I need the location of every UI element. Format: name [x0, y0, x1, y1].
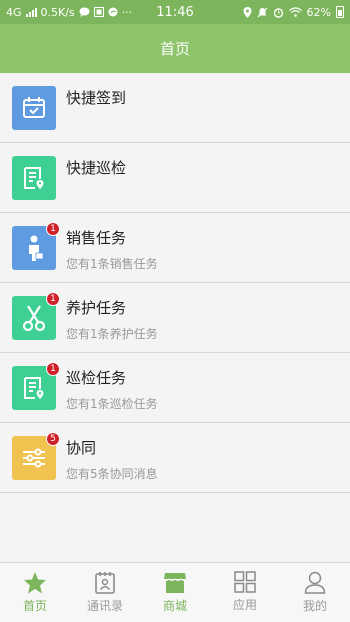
network-speed: 0.5K/s: [40, 5, 75, 19]
home-list: 快捷签到 快捷巡检 1 销售任务 您有1条销售任务 1 养护任务 您有1条养护任…: [0, 73, 350, 493]
alarm-icon: [273, 7, 283, 18]
list-item-collaboration[interactable]: 5 协同 您有5条协同消息: [0, 423, 350, 493]
list-item-subtitle: 您有1条销售任务: [66, 257, 158, 271]
header-bar: 首页: [0, 24, 350, 73]
list-item-title: 销售任务: [66, 229, 127, 247]
list-item-maintenance-task[interactable]: 1 养护任务 您有1条养护任务: [0, 283, 350, 353]
moon-app-icon: [108, 7, 118, 17]
badge-count: 1: [46, 222, 60, 236]
tab-label: 通讯录: [86, 599, 123, 613]
list-item-title: 巡检任务: [66, 369, 127, 387]
list-item-subtitle: 您有1条养护任务: [66, 327, 158, 341]
tab-label: 我的: [302, 599, 327, 613]
person-icon: [304, 571, 326, 594]
list-item-sales-task[interactable]: 1 销售任务 您有1条销售任务: [0, 213, 350, 283]
bell-off-icon: [257, 7, 267, 17]
list-item-subtitle: 您有5条协同消息: [66, 467, 158, 481]
scissors-icon: 1: [12, 292, 60, 340]
tab-home[interactable]: 首页: [0, 563, 70, 622]
list-item-quick-inspection[interactable]: 快捷巡检: [0, 143, 350, 213]
bottom-tab-bar: 首页 通讯录 商城 应用 我的: [0, 562, 350, 622]
signal-icon: [25, 7, 37, 17]
tab-profile[interactable]: 我的: [280, 563, 350, 622]
tab-apps[interactable]: 应用: [210, 563, 280, 622]
sliders-icon: 5: [12, 432, 60, 480]
tab-label: 应用: [232, 598, 257, 612]
tab-mall[interactable]: 商城: [140, 563, 210, 622]
address-book-icon: [95, 572, 115, 594]
wifi-icon: [288, 7, 302, 17]
grid-icon: [234, 571, 256, 593]
page-title: 首页: [159, 40, 190, 58]
battery-percent: 62%: [306, 5, 331, 19]
chat-icon: [79, 7, 90, 17]
shop-icon: [163, 573, 187, 593]
badge-count: 5: [46, 432, 60, 446]
notification-app-icon: [93, 7, 104, 17]
list-item-title: 协同: [66, 439, 97, 457]
tab-label: 首页: [22, 599, 47, 613]
calendar-check-icon: [12, 86, 56, 130]
salesperson-icon: 1: [12, 222, 60, 270]
star-icon: [24, 572, 46, 594]
location-icon: [243, 6, 252, 18]
status-bar: 4G 0.5K/s ··· 11:46 62%: [0, 0, 350, 24]
more-notifications: ···: [121, 5, 133, 19]
list-item-inspection-task[interactable]: 1 巡检任务 您有1条巡检任务: [0, 353, 350, 423]
tab-label: 商城: [162, 599, 187, 613]
battery-icon: [336, 6, 344, 18]
document-location-icon: 1: [12, 362, 60, 410]
list-item-title: 快捷巡检: [66, 159, 127, 177]
network-type: 4G: [6, 5, 22, 19]
badge-count: 1: [46, 292, 60, 306]
list-item-quick-checkin[interactable]: 快捷签到: [0, 73, 350, 143]
document-location-icon: [12, 156, 56, 200]
tab-contacts[interactable]: 通讯录: [70, 563, 140, 622]
list-item-title: 养护任务: [66, 299, 127, 317]
badge-count: 1: [46, 362, 60, 376]
list-item-title: 快捷签到: [66, 89, 127, 107]
list-item-subtitle: 您有1条巡检任务: [66, 397, 158, 411]
